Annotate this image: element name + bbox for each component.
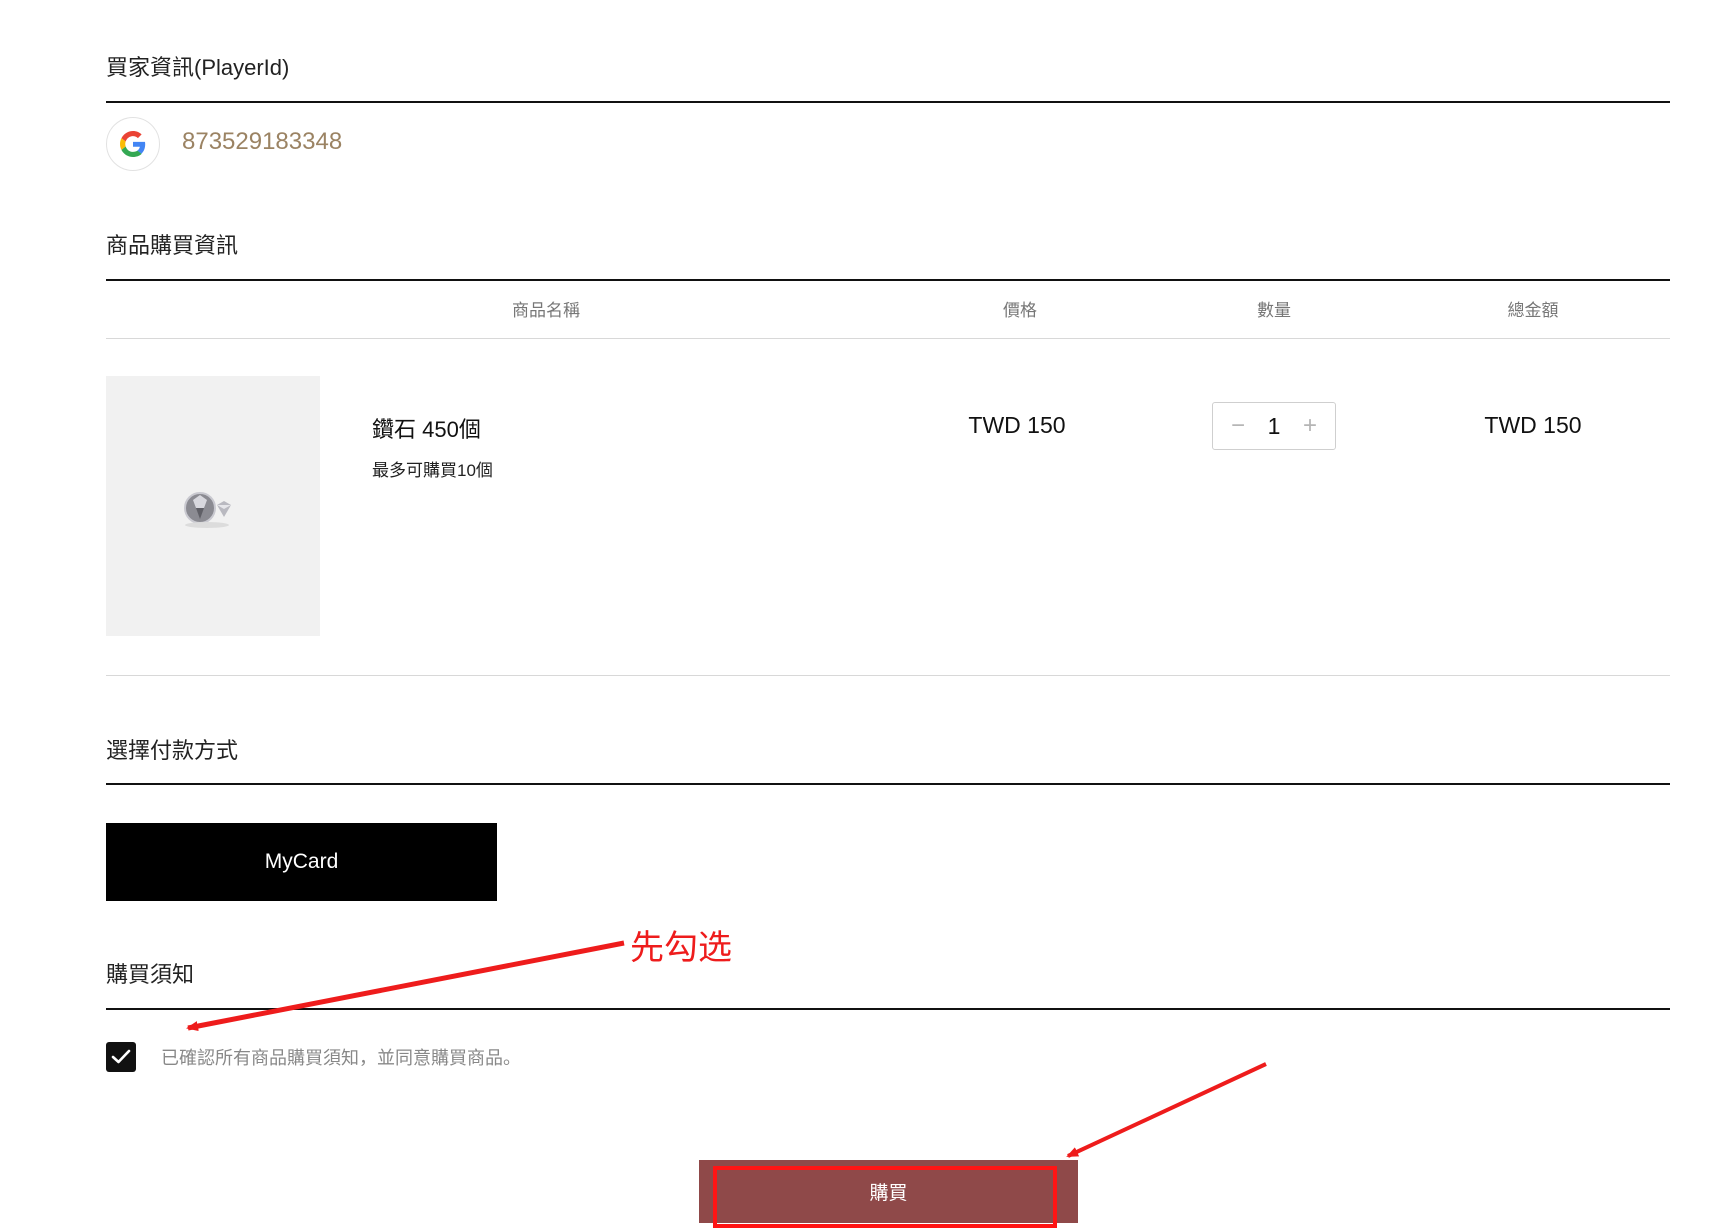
agree-terms-label[interactable]: 已確認所有商品購買須知，並同意購買商品。 (161, 1044, 521, 1070)
product-price: TWD 150 (968, 412, 1066, 438)
buyer-info-title: 買家資訊(PlayerId) (106, 55, 290, 80)
product-image (106, 376, 320, 636)
purchase-notice-divider (106, 1008, 1670, 1010)
arrow-to-buy-button (1066, 1062, 1267, 1158)
payment-method-title: 選擇付款方式 (106, 738, 239, 763)
google-account-avatar (106, 117, 160, 171)
product-row-divider (106, 675, 1670, 676)
purchase-info-divider (106, 279, 1670, 281)
quantity-stepper: − 1 + (1212, 402, 1336, 450)
table-header-divider (106, 338, 1670, 339)
column-header-product: 商品名稱 (512, 301, 580, 320)
buyer-info-divider (106, 101, 1670, 103)
column-header-price: 價格 (1003, 301, 1037, 320)
agree-terms-checkbox[interactable] (106, 1042, 136, 1072)
increase-quantity-button[interactable]: + (1299, 414, 1321, 438)
quantity-value[interactable]: 1 (1268, 413, 1281, 440)
buy-button[interactable]: 購買 (699, 1160, 1078, 1223)
diamond-icon (184, 492, 231, 528)
column-header-quantity: 數量 (1257, 301, 1291, 320)
column-header-total: 總金額 (1507, 301, 1559, 320)
purchase-info-title: 商品購買資訊 (106, 233, 239, 258)
product-limit-note: 最多可購買10個 (372, 461, 493, 480)
annotation-text: 先勾选 (630, 929, 732, 967)
decrease-quantity-button[interactable]: − (1227, 414, 1249, 438)
product-name: 鑽石 450個 (372, 417, 481, 442)
purchase-notice-title: 購買須知 (106, 962, 195, 987)
player-id-value: 873529183348 (182, 128, 343, 155)
payment-option-mycard[interactable]: MyCard (106, 823, 497, 901)
arrow-to-checkbox (186, 940, 625, 1031)
payment-method-divider (106, 783, 1670, 785)
product-total: TWD 150 (1484, 412, 1582, 438)
checkmark-icon (111, 1049, 131, 1064)
google-icon (120, 131, 146, 157)
